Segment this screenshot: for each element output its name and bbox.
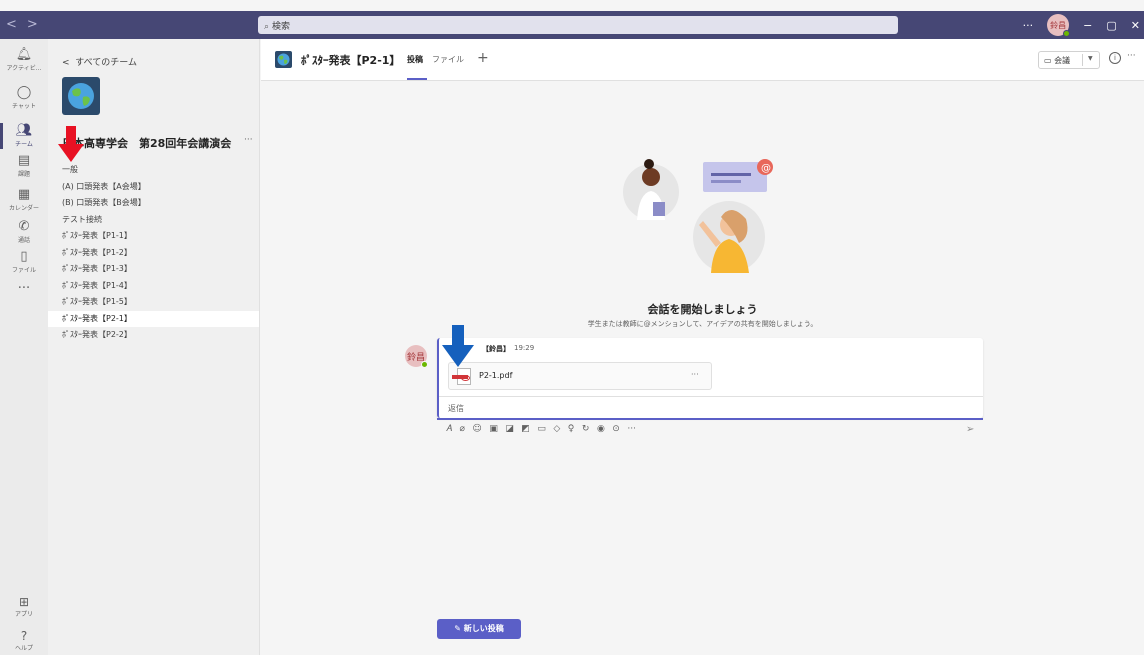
format-icon[interactable]: 𝐴 [446,424,452,438]
app-rail: 🔔︎ アクティビ... ◯ チャット 👥︎ チーム ▤ 課題 ▦ カレンダー ✆… [0,39,48,655]
calendar-icon: ▦ [17,187,31,202]
reply-input[interactable]: 返信 [439,396,983,418]
annotation-arrow-red [58,126,84,162]
stream-icon[interactable]: ⊙ [612,424,620,438]
video-icon[interactable]: ▭ [537,424,546,438]
attach-icon[interactable]: ⌀ [460,424,465,438]
channel-item[interactable]: ﾎﾟｽﾀｰ発表【P1-3】 [48,261,259,278]
author-avatar[interactable]: 鈴昌 [405,345,428,368]
channel-main: ﾎﾟｽﾀｰ発表【P2-1】 投稿 ファイル + ▭ 会議 ▼ i ··· @ 会… [261,39,1144,655]
channel-team-logo [275,51,292,68]
emoji-icon[interactable]: ☺ [472,424,481,438]
svg-text:@: @ [761,163,771,174]
search-input[interactable]: ⌕ 検索 [258,16,898,34]
post-timestamp: 19:29 [514,344,535,352]
all-teams-link[interactable]: < すべてのチーム [62,55,137,68]
new-post-button[interactable]: ✎ 新しい投稿 [437,619,521,639]
chat-icon: ◯ [16,85,32,100]
rail-item-activity[interactable]: 🔔︎ アクティビ... [0,43,48,79]
channel-item[interactable]: ﾎﾟｽﾀｰ発表【P1-1】 [48,228,259,245]
search-icon: ⌕ [264,22,270,32]
title-bar: <> ⌕ 検索 ··· 鈴昌 − ▢ ✕ [0,11,1144,39]
active-tab-indicator [407,78,427,80]
window-controls: ··· 鈴昌 − ▢ ✕ [1023,14,1140,37]
forward-arrow-icon[interactable]: > [27,17,48,32]
rail-more-apps[interactable]: ··· [0,277,48,313]
channel-item[interactable]: ﾎﾟｽﾀｰ発表【P1-5】 [48,294,259,311]
gif-icon[interactable]: ▣ [489,424,498,438]
channel-list: 一般 (A) 口頭発表【A会場】 (B) 口頭発表【B会場】 テスト接続 ﾎﾟｽ… [48,162,259,344]
send-icon[interactable]: ➢ [966,424,974,435]
channel-item-active[interactable]: ﾎﾟｽﾀｰ発表【P2-1】 [48,310,259,327]
channel-item[interactable]: (A) 口頭発表【A会場】 [48,179,259,196]
sticker-icon[interactable]: ◪ [505,424,514,438]
channel-item[interactable]: (B) 口頭発表【B会場】 [48,195,259,212]
assignments-icon: ▤ [17,153,31,168]
compose-focus-line [437,418,983,420]
meet-button[interactable]: ▭ 会議 ▼ [1038,51,1100,69]
rail-item-apps[interactable]: ⊞ アプリ [0,595,48,618]
apps-icon: ⊞ [18,595,30,609]
channel-item[interactable]: ﾎﾟｽﾀｰ発表【P1-2】 [48,245,259,262]
chevron-left-icon: < [62,58,70,68]
help-icon: ? [20,629,28,643]
channel-header: ﾎﾟｽﾀｰ発表【P2-1】 投稿 ファイル + ▭ 会議 ▼ i ··· [261,39,1144,81]
send-praise-icon[interactable]: ◇ [553,424,560,438]
channel-item[interactable]: ﾎﾟｽﾀｰ発表【P1-4】 [48,278,259,295]
team-logo [62,77,100,115]
phone-icon: ✆ [18,219,30,234]
close-button[interactable]: ✕ [1131,19,1140,32]
rail-item-assignments[interactable]: ▤ 課題 [0,149,48,185]
file-icon: ▯ [20,249,28,264]
maximize-button[interactable]: ▢ [1106,19,1116,32]
file-name[interactable]: P2-1.pdf [479,371,512,380]
meet-now-icon[interactable]: ◩ [521,424,530,438]
post-author[interactable]: 【鈴昌】 [482,344,510,354]
channel-item[interactable]: テスト接続 [48,212,259,229]
welcome-illustration: @ [623,159,773,273]
channel-post: 【鈴昌】 19:29 P2-1.pdf ··· 返信 [437,338,983,418]
tab-files[interactable]: ファイル [432,54,464,65]
loop-icon[interactable]: ↻ [582,424,590,438]
minimize-button[interactable]: − [1083,19,1092,32]
back-arrow-icon[interactable]: < [6,17,27,32]
info-icon[interactable]: i [1109,52,1121,64]
add-tab-button[interactable]: + [477,50,489,66]
more-icon[interactable]: ··· [627,424,636,438]
idea-icon[interactable]: ♀ [568,424,575,438]
rail-item-chat[interactable]: ◯ チャット [0,81,48,117]
team-name[interactable]: 日本高専学会 第28回年会講演会 [62,135,231,151]
channel-item[interactable]: ﾎﾟｽﾀｰ発表【P2-2】 [48,327,259,344]
history-nav[interactable]: <> [6,17,48,32]
teams-icon: 👥︎ [15,123,33,138]
channel-title: ﾎﾟｽﾀｰ発表【P2-1】 [301,54,401,67]
rail-item-help[interactable]: ? ヘルプ [0,629,48,652]
rail-item-calendar[interactable]: ▦ カレンダー [0,183,48,219]
rail-item-files[interactable]: ▯ ファイル [0,245,48,281]
presence-available-icon [1063,30,1071,37]
welcome-title: 会話を開始しましょう [647,303,758,316]
tab-posts[interactable]: 投稿 [407,54,423,65]
bell-icon: 🔔︎ [15,47,33,62]
settings-more-button[interactable]: ··· [1023,19,1034,32]
video-camera-icon: ▭ [1044,56,1052,65]
file-more-button[interactable]: ··· [691,370,699,379]
presence-available-icon [421,361,428,368]
file-attachment[interactable]: P2-1.pdf ··· [448,362,712,390]
profile-avatar[interactable]: 鈴昌 [1047,14,1071,37]
channel-item[interactable]: 一般 [48,162,259,179]
approvals-icon[interactable]: ◉ [597,424,605,438]
chevron-down-icon[interactable]: ▼ [1088,55,1093,62]
team-more-button[interactable]: ··· [244,135,253,145]
welcome-subtitle: 学生または教師に@メンションして、アイデアの共有を開始しましょう。 [587,320,818,328]
compose-icon: ✎ [454,624,461,633]
compose-toolbar: 𝐴 ⌀ ☺ ▣ ◪ ◩ ▭ ◇ ♀ ↻ ◉ ⊙ ··· [446,424,636,438]
annotation-arrow-blue [442,325,474,367]
header-more-button[interactable]: ··· [1127,51,1136,61]
